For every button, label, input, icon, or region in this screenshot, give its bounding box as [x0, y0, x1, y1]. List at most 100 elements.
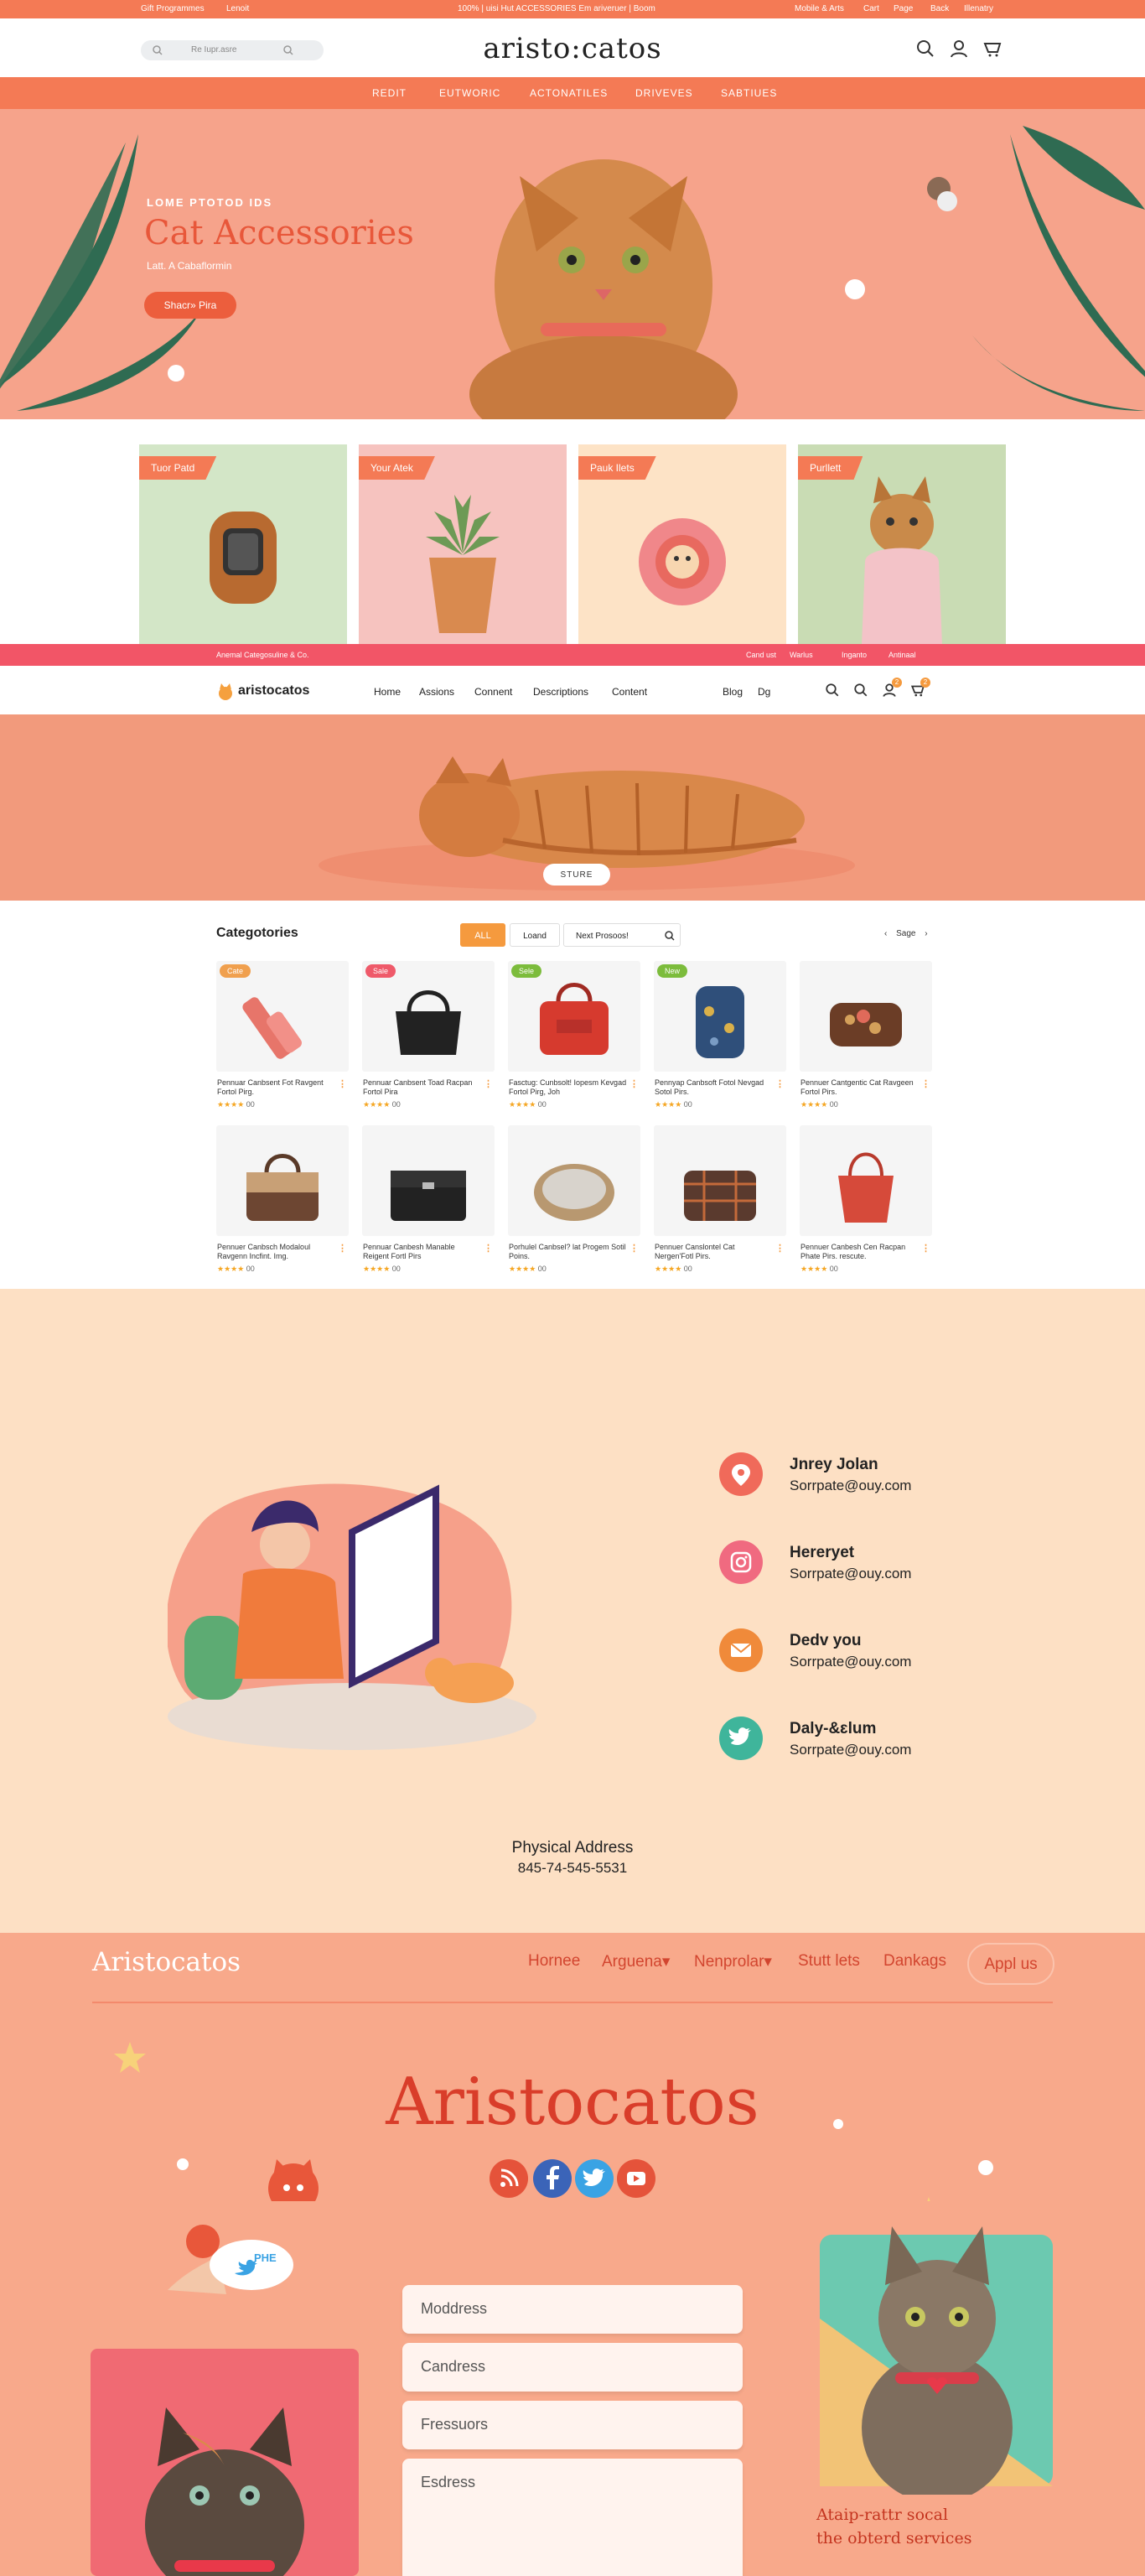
- nav2-descriptions[interactable]: Descriptions: [533, 686, 588, 698]
- product-image[interactable]: New: [654, 961, 786, 1072]
- product-name[interactable]: Pennuar Canbesh Manable Reigent Fortl Pi…: [363, 1243, 482, 1261]
- promo-card-toy[interactable]: Pauk Ilets: [578, 444, 786, 646]
- more-options-icon[interactable]: ⋮: [338, 1078, 347, 1089]
- top-link-back[interactable]: Back: [930, 4, 949, 13]
- nav-item-2[interactable]: EUTWORIC: [439, 87, 500, 99]
- secondary-logo[interactable]: aristocatos: [238, 683, 309, 699]
- product-image[interactable]: [362, 1125, 495, 1236]
- more-options-icon[interactable]: ⋮: [484, 1243, 493, 1254]
- more-options-icon[interactable]: ⋮: [775, 1243, 785, 1254]
- more-options-icon[interactable]: ⋮: [775, 1078, 785, 1089]
- top-link-mobile[interactable]: Mobile & Arts: [795, 4, 844, 13]
- nav-item-1[interactable]: REDIT: [372, 87, 407, 99]
- product-image[interactable]: [800, 961, 932, 1072]
- promo-card-watch[interactable]: Tuor Patd: [139, 444, 347, 646]
- top-link-gifts[interactable]: Gift Programmes: [141, 4, 205, 13]
- twitter-icon[interactable]: [575, 2159, 614, 2198]
- more-options-icon[interactable]: ⋮: [921, 1078, 930, 1089]
- product-card[interactable]: Porhulel Canbsel? lat Progem Sotil Poins…: [508, 1125, 640, 1285]
- product-name[interactable]: Pennuer Canbsch Modaloul Ravgenn Incfint…: [217, 1243, 336, 1261]
- catalog-search-input[interactable]: Next Prosoos!: [563, 923, 681, 947]
- product-name[interactable]: Fasctug: Cunbsolt! Iopesm Kevgad Fortol …: [509, 1078, 628, 1097]
- nav2-blog[interactable]: Blog: [723, 686, 743, 698]
- footer-nav-arguena[interactable]: Arguena▾: [602, 1952, 670, 1971]
- instagram-icon[interactable]: [719, 1540, 763, 1584]
- product-card[interactable]: Pennuer Canbsch Modaloul Ravgenn Incfint…: [216, 1125, 349, 1285]
- user-icon[interactable]: [949, 39, 969, 59]
- chevron-left-icon[interactable]: ‹: [884, 929, 887, 938]
- contact-email[interactable]: Sorrpate@ouy.com: [790, 1478, 911, 1494]
- nav-item-3[interactable]: ACTONATILES: [530, 87, 608, 99]
- footer-nav-dankags[interactable]: Dankags: [883, 1952, 946, 1971]
- nav2-dg[interactable]: Dg: [758, 686, 770, 698]
- contact-email[interactable]: Sorrpate@ouy.com: [790, 1566, 911, 1582]
- location-icon[interactable]: [719, 1452, 763, 1496]
- promo-card-cat-shirt[interactable]: Purllett: [798, 444, 1006, 646]
- more-options-icon[interactable]: ⋮: [338, 1243, 347, 1254]
- address-input[interactable]: Moddress: [402, 2285, 743, 2334]
- more-options-icon[interactable]: ⋮: [921, 1243, 930, 1254]
- product-card[interactable]: Sele Fasctug: Cunbsolt! Iopesm Kevgad For…: [508, 961, 640, 1120]
- footer-logo[interactable]: Aristocatos: [92, 1947, 241, 1977]
- product-image[interactable]: Sele: [508, 961, 640, 1072]
- more-options-icon[interactable]: ⋮: [629, 1243, 639, 1254]
- nav-item-5[interactable]: SABTIUES: [721, 87, 777, 99]
- cart-icon[interactable]: [982, 39, 1003, 59]
- footer-nav-stutt[interactable]: Stutt lets: [798, 1952, 860, 1971]
- contact-email[interactable]: Sorrpate@ouy.com: [790, 1654, 911, 1670]
- product-image[interactable]: [654, 1125, 786, 1236]
- product-name[interactable]: Pennuer Canslontel Cat Nergen'Fotl Pirs.: [655, 1243, 774, 1261]
- product-image[interactable]: [216, 1125, 349, 1236]
- filter-load-button[interactable]: Loand: [510, 923, 560, 947]
- store-button[interactable]: STURE: [543, 864, 610, 886]
- hero-shop-button[interactable]: Shacr» Pira: [144, 292, 236, 319]
- strip-link-2[interactable]: Warlus: [790, 651, 813, 659]
- nav2-assions[interactable]: Assions: [419, 686, 454, 698]
- product-card[interactable]: Cate Pennuar Canbsent Fot Ravgent Fortol …: [216, 961, 349, 1120]
- product-name[interactable]: Porhulel Canbsel? lat Progem Sotil Poins…: [509, 1243, 628, 1261]
- top-link-cart[interactable]: Cart: [863, 4, 879, 13]
- product-name[interactable]: Pennuer Canbesh Cen Racpan Phate Pirs. r…: [800, 1243, 920, 1261]
- filter-all-button[interactable]: ALL: [460, 923, 505, 947]
- message-textarea[interactable]: Esdress: [402, 2459, 743, 2576]
- product-card[interactable]: Pennuer Cantgentic Cat Ravgeen Fortol Pi…: [800, 961, 932, 1120]
- more-options-icon[interactable]: ⋮: [484, 1078, 493, 1089]
- search-icon[interactable]: [915, 39, 935, 59]
- product-card[interactable]: Pennuer Canbesh Cen Racpan Phate Pirs. r…: [800, 1125, 932, 1285]
- product-name[interactable]: Pennuar Canbsent Toad Racpan Fortol Pira: [363, 1078, 482, 1097]
- top-link-secondary[interactable]: Lenoit: [226, 4, 249, 13]
- nav2-content[interactable]: Content: [612, 686, 647, 698]
- product-image[interactable]: Sale: [362, 961, 495, 1072]
- apply-button[interactable]: Appl us: [967, 1943, 1054, 1985]
- footer-nav-home[interactable]: Hornee: [528, 1952, 580, 1971]
- twitter-icon[interactable]: [719, 1716, 763, 1760]
- nav2-home[interactable]: Home: [374, 686, 401, 698]
- promo-card-plant[interactable]: Your Atek: [359, 444, 567, 646]
- top-link-page[interactable]: Page: [894, 4, 913, 13]
- facebook-icon[interactable]: [533, 2159, 572, 2198]
- product-name[interactable]: Pennyap Canbsoft Fotol Nevgad Sotol Pirs…: [655, 1078, 774, 1097]
- product-card[interactable]: Pennuar Canbesh Manable Reigent Fortl Pi…: [362, 1125, 495, 1285]
- rss-icon[interactable]: [490, 2159, 528, 2198]
- top-link-more[interactable]: Illenatry: [964, 4, 993, 13]
- city-input[interactable]: Candress: [402, 2343, 743, 2392]
- nav2-connent[interactable]: Connent: [474, 686, 512, 698]
- product-name[interactable]: Pennuar Canbsent Fot Ravgent Fortol Pirg…: [217, 1078, 336, 1097]
- search-icon[interactable]: [853, 683, 868, 698]
- contact-email[interactable]: Sorrpate@ouy.com: [790, 1742, 911, 1758]
- chevron-right-icon[interactable]: ›: [925, 929, 927, 938]
- more-options-icon[interactable]: ⋮: [629, 1078, 639, 1089]
- youtube-icon[interactable]: [617, 2159, 655, 2198]
- product-card[interactable]: New Pennyap Canbsoft Fotol Nevgad Sotol P…: [654, 961, 786, 1120]
- product-name[interactable]: Pennuer Cantgentic Cat Ravgeen Fortol Pi…: [800, 1078, 920, 1097]
- strip-link-1[interactable]: Cand ust: [746, 651, 776, 659]
- product-image[interactable]: [800, 1125, 932, 1236]
- search-icon[interactable]: [665, 931, 675, 941]
- product-image[interactable]: [508, 1125, 640, 1236]
- mail-icon[interactable]: [719, 1628, 763, 1672]
- strip-link-3[interactable]: Inganto: [842, 651, 867, 659]
- product-card[interactable]: Pennuer Canslontel Cat Nergen'Fotl Pirs.…: [654, 1125, 786, 1285]
- footer-nav-nenprolar[interactable]: Nenprolar▾: [694, 1952, 772, 1971]
- product-card[interactable]: Sale Pennuar Canbsent Toad Racpan Fortol …: [362, 961, 495, 1120]
- search-icon[interactable]: [825, 683, 840, 698]
